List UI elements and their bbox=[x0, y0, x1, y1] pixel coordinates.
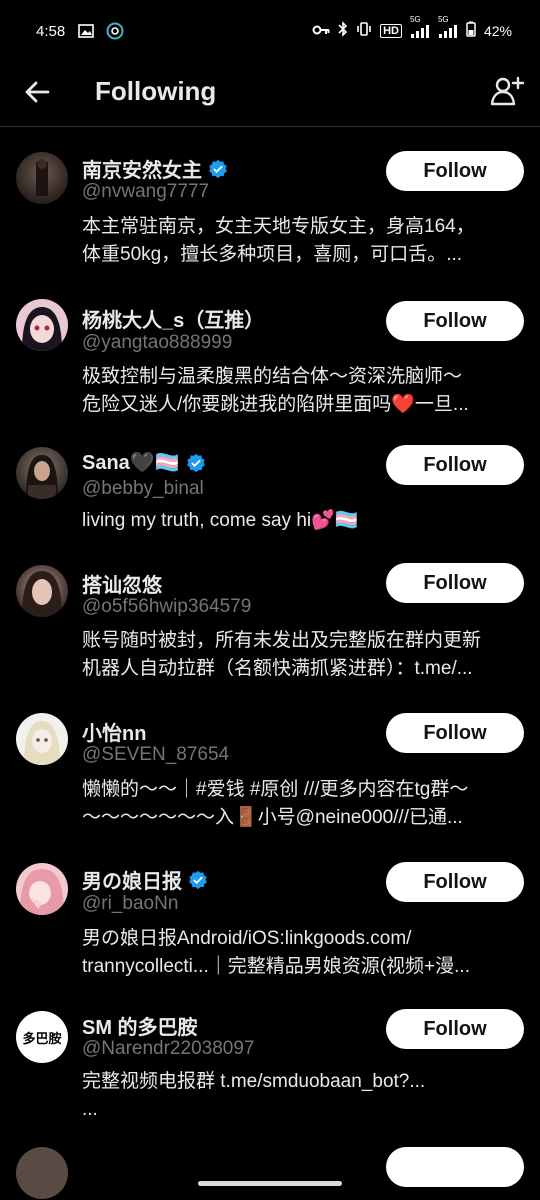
status-bar: 4:58 HD 5G 5G 42% bbox=[0, 0, 540, 62]
bio: 完整视频电报群 t.me/smduobaan_bot?... ... bbox=[82, 1071, 426, 1120]
back-arrow-icon[interactable] bbox=[22, 76, 54, 108]
bio: 本主常驻南京，女主天地专版女主，身高164， 体重50kg，擅长多种项目，喜厕，… bbox=[82, 216, 475, 265]
battery-icon bbox=[466, 21, 476, 40]
follow-button[interactable]: Follow bbox=[386, 862, 524, 902]
list-item[interactable]: 多巴胺 SM 的多巴胺 @Narendr22038097 Follow 完整视频… bbox=[0, 989, 540, 1129]
follow-button[interactable]: Follow bbox=[386, 151, 524, 191]
follow-button[interactable]: Follow bbox=[386, 301, 524, 341]
list-item[interactable]: Sana🖤🏳️‍⚧️ @bebby_binal Follow living my… bbox=[0, 425, 540, 542]
display-name[interactable]: 男の娘日报 bbox=[82, 865, 208, 894]
bio: 男の娘日报Android/iOS:linkgoods.com/ trannyco… bbox=[82, 928, 470, 977]
avatar[interactable] bbox=[16, 713, 68, 765]
username[interactable]: @nvwang7777 bbox=[82, 181, 209, 203]
signal-icon-2: 5G bbox=[438, 15, 458, 38]
verified-badge-icon bbox=[186, 453, 205, 472]
display-name[interactable]: 南京安然女主 bbox=[82, 154, 228, 183]
avatar[interactable] bbox=[16, 447, 68, 499]
follow-button[interactable]: Follow bbox=[386, 713, 524, 753]
follow-button[interactable]: Follow bbox=[386, 563, 524, 603]
status-time: 4:58 bbox=[36, 23, 66, 40]
list-item[interactable]: 南京安然女主 @nvwang7777 Follow 本主常驻南京，女主天地专版女… bbox=[0, 127, 540, 277]
list-item[interactable]: 杨桃大人_s（互推） @yangtao888999 Follow 极致控制与温柔… bbox=[0, 277, 540, 425]
display-name[interactable]: Sana🖤🏳️‍⚧️ bbox=[82, 450, 206, 475]
display-name[interactable]: 搭讪忽悠 bbox=[82, 569, 162, 598]
username[interactable]: @yangtao888999 bbox=[82, 332, 232, 354]
list-item[interactable] bbox=[0, 1129, 540, 1199]
username[interactable]: @Narendr22038097 bbox=[82, 1038, 254, 1060]
bluetooth-icon bbox=[338, 21, 348, 40]
avatar[interactable] bbox=[16, 299, 68, 351]
top-app-bar: Following bbox=[0, 62, 540, 127]
display-name[interactable]: SM 的多巴胺 bbox=[82, 1011, 198, 1040]
vibrate-icon bbox=[356, 21, 372, 40]
signal-icon-1: 5G bbox=[410, 15, 430, 38]
add-person-icon[interactable] bbox=[490, 74, 524, 108]
gallery-icon bbox=[78, 22, 94, 40]
avatar[interactable] bbox=[16, 565, 68, 617]
hd-icon: HD bbox=[380, 23, 402, 38]
display-name[interactable]: 杨桃大人_s（互推） bbox=[82, 304, 264, 333]
username[interactable]: @SEVEN_87654 bbox=[82, 744, 229, 766]
key-icon bbox=[312, 23, 330, 39]
verified-badge-icon bbox=[209, 159, 227, 178]
page-title: Following bbox=[95, 76, 217, 106]
verified-badge-icon bbox=[189, 870, 207, 889]
username[interactable]: @bebby_binal bbox=[82, 478, 204, 500]
gesture-bar[interactable] bbox=[198, 1181, 342, 1186]
battery-percent: 42% bbox=[483, 22, 512, 39]
list-item[interactable]: 搭讪忽悠 @o5f56hwip364579 Follow 账号随时被封，所有未发… bbox=[0, 542, 540, 692]
avatar[interactable] bbox=[16, 863, 68, 915]
list-item[interactable]: 小怡nn @SEVEN_87654 Follow 懒懒的～～｜#爱钱 #原创 /… bbox=[0, 692, 540, 841]
username[interactable]: @ri_baoNn bbox=[82, 893, 178, 915]
follow-button[interactable] bbox=[386, 1147, 524, 1187]
status-right: HD 5G 5G 42% bbox=[312, 15, 512, 40]
bio: 账号随时被封，所有未发出及完整版在群内更新 机器人自动拉群（名额快满抓紧进群）：… bbox=[82, 630, 482, 679]
avatar[interactable]: 多巴胺 bbox=[16, 1011, 68, 1063]
bio: 极致控制与温柔腹黑的结合体～资深洗脑师～ 危险又迷人/你要跳进我的陷阱里面吗❤️… bbox=[82, 366, 469, 415]
bio: 懒懒的～～｜#爱钱 #原创 ///更多内容在tg群～ ～～～～～～～入🚪小号@n… bbox=[82, 779, 469, 828]
follow-button[interactable]: Follow bbox=[386, 1009, 524, 1049]
display-name[interactable]: 小怡nn bbox=[82, 717, 146, 746]
bio: living my truth, come say hi💕🏳️‍⚧️ bbox=[82, 510, 359, 531]
avatar[interactable] bbox=[16, 152, 68, 204]
avatar[interactable] bbox=[16, 1147, 68, 1199]
list-item[interactable]: 男の娘日报 @ri_baoNn Follow 男の娘日报Android/iOS:… bbox=[0, 841, 540, 989]
follow-button[interactable]: Follow bbox=[386, 445, 524, 485]
username[interactable]: @o5f56hwip364579 bbox=[82, 596, 251, 618]
app-notification-icon bbox=[106, 22, 124, 40]
following-list: 南京安然女主 @nvwang7777 Follow 本主常驻南京，女主天地专版女… bbox=[0, 127, 540, 1199]
